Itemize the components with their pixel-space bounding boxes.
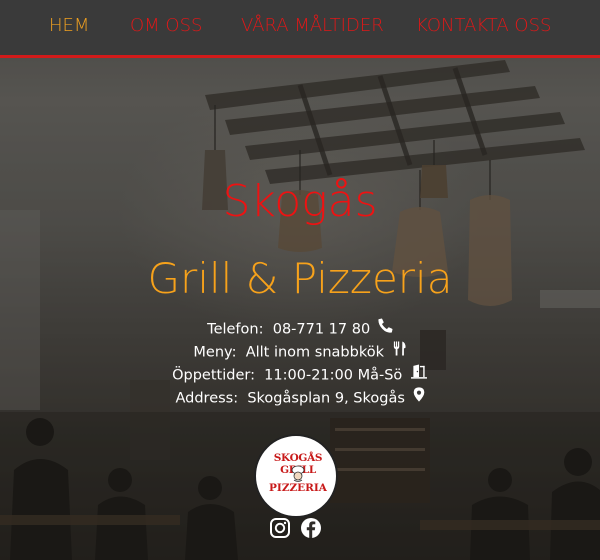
top-navigation: HEM OM OSS VÅRA MÅLTIDER KONTAKTA OSS [0,0,600,58]
address-label: Address: [175,390,239,407]
instagram-icon[interactable] [269,517,291,539]
map-marker-icon [413,387,425,410]
nav-item-om-oss[interactable]: OM OSS [130,15,202,36]
restaurant-logo[interactable]: SKOGÅS GRILL PIZZERIA [254,434,338,518]
phone-icon [378,318,393,341]
hero-title-line2: Grill & Pizzeria [147,254,453,303]
nav-item-vara-maltider[interactable]: VÅRA MÅLTIDER [241,15,384,36]
menu-label: Meny: [193,344,237,361]
nav-item-hem[interactable]: HEM [49,15,89,36]
nav-item-kontakta-oss[interactable]: KONTAKTA OSS [416,15,551,36]
door-open-icon [410,364,428,387]
facebook-icon[interactable] [300,517,322,539]
hero-title-line1: Skogås [222,176,378,227]
phone-line: Telefon: 08-771 17 80 [0,318,600,341]
utensils-icon [392,341,407,364]
menu-line: Meny: Allt inom snabbkök [0,341,600,364]
contact-info: Telefon: 08-771 17 80 Meny: Allt inom sn… [0,318,600,410]
hours-value: 11:00-21:00 Må-Sö [264,367,403,384]
logo-text-bottom: PIZZERIA [269,482,327,494]
chef-icon [291,465,305,482]
phone-value: 08-771 17 80 [272,321,371,338]
address-line: Address: Skogåsplan 9, Skogås [0,387,600,410]
address-value: Skogåsplan 9, Skogås [247,390,405,407]
hours-line: Öppettider: 11:00-21:00 Må-Sö [0,364,600,387]
hours-label: Öppettider: [172,367,255,384]
phone-label: Telefon: [207,321,264,338]
menu-value: Allt inom snabbkök [245,344,384,361]
